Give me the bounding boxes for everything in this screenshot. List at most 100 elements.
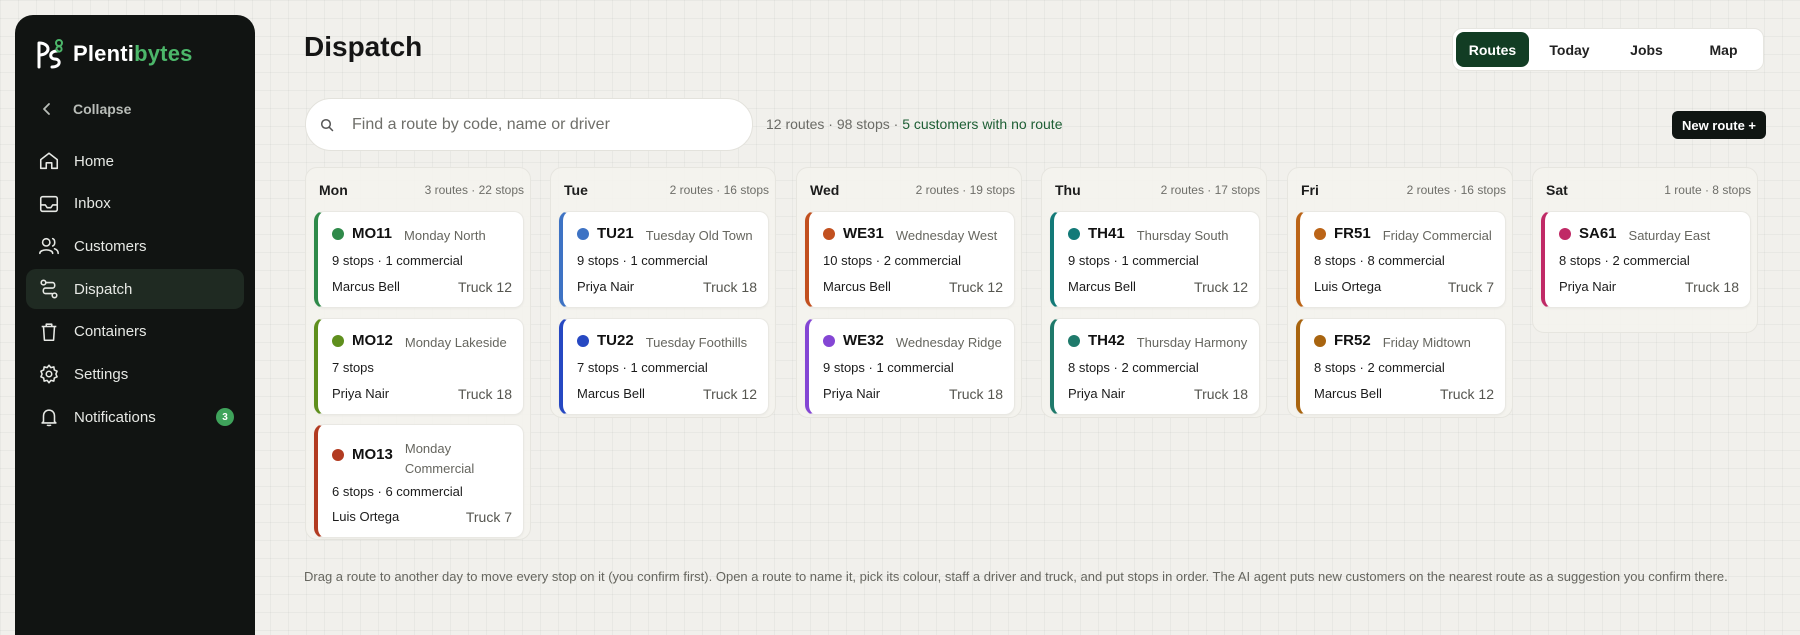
route-truck: Truck 18	[949, 386, 1003, 402]
sidebar: Plentibytes Collapse Home Inbox Customer…	[15, 15, 255, 635]
day-name: Wed	[810, 182, 840, 198]
day-name: Tue	[564, 182, 588, 198]
route-code: MO13	[352, 446, 393, 463]
users-icon	[39, 238, 59, 255]
route-card-th42[interactable]: TH42 Thursday Harmony 8 stops · 2 commerc…	[1050, 318, 1260, 415]
route-stops: 9 stops · 1 commercial	[823, 360, 954, 375]
sidebar-item-containers[interactable]: Containers	[26, 312, 244, 352]
day-header: Wed 2 routes · 19 stops	[797, 168, 1021, 210]
route-color-dot	[823, 335, 835, 347]
sidebar-item-inbox[interactable]: Inbox	[26, 184, 244, 224]
route-code: TH42	[1088, 332, 1125, 349]
brand-logo[interactable]: Plentibytes	[35, 37, 193, 71]
route-name: Monday North	[404, 228, 486, 243]
route-card-mo11[interactable]: MO11 Monday North 9 stops · 1 commercial …	[314, 211, 524, 308]
day-column-mon: Mon 3 routes · 22 stops MO11 Monday North…	[305, 167, 531, 540]
route-truck: Truck 7	[1447, 279, 1494, 295]
route-driver: Luis Ortega	[332, 509, 400, 524]
route-driver: Priya Nair	[1068, 386, 1126, 401]
route-code: FR51	[1334, 225, 1371, 242]
new-route-button[interactable]: New route +	[1672, 111, 1766, 139]
search-icon	[320, 118, 334, 131]
day-header: Thu 2 routes · 17 stops	[1042, 168, 1266, 210]
route-color-dot	[332, 228, 344, 240]
route-driver: Priya Nair	[823, 386, 881, 401]
route-driver: Marcus Bell	[1068, 279, 1136, 294]
route-driver: Marcus Bell	[577, 386, 645, 401]
route-driver: Luis Ortega	[1314, 279, 1382, 294]
route-truck: Truck 18	[1685, 279, 1739, 295]
route-card-we31[interactable]: WE31 Wednesday West 10 stops · 2 commerci…	[805, 211, 1015, 308]
day-header: Fri 2 routes · 16 stops	[1288, 168, 1512, 210]
route-stops: 9 stops · 1 commercial	[1068, 253, 1199, 268]
route-card-fr52[interactable]: FR52 Friday Midtown 8 stops · 2 commercia…	[1296, 318, 1506, 415]
route-card-tu22[interactable]: TU22 Tuesday Foothills 7 stops · 1 commer…	[559, 318, 769, 415]
day-header: Tue 2 routes · 16 stops	[551, 168, 775, 210]
route-driver: Priya Nair	[577, 279, 635, 294]
route-card-mo12[interactable]: MO12 Monday Lakeside 7 stops Priya Nair T…	[314, 318, 524, 415]
route-card-mo13[interactable]: MO13 Monday Commercial 6 stops · 6 commer…	[314, 424, 524, 538]
route-code: MO12	[352, 332, 393, 349]
day-column-thu: Thu 2 routes · 17 stops TH41 Thursday Sou…	[1041, 167, 1267, 418]
day-meta: 2 routes · 19 stops	[915, 183, 1015, 197]
route-color-dot	[1068, 335, 1080, 347]
route-color-dot	[1559, 228, 1571, 240]
day-meta: 1 route · 8 stops	[1664, 183, 1751, 197]
route-stops: 8 stops · 2 commercial	[1068, 360, 1199, 375]
sidebar-item-dispatch[interactable]: Dispatch	[26, 269, 244, 310]
brand-name: Plentibytes	[73, 41, 193, 66]
sidebar-nav: Home Inbox Customers Dispatch Containers…	[26, 141, 244, 440]
notification-count-badge: 3	[216, 408, 234, 427]
plentibytes-logo-icon	[37, 39, 63, 69]
day-meta: 2 routes · 17 stops	[1160, 183, 1260, 197]
route-driver: Marcus Bell	[823, 279, 891, 294]
route-truck: Truck 18	[703, 279, 757, 295]
tab-map[interactable]: Map	[1687, 32, 1760, 67]
day-column-sat: Sat 1 route · 8 stops SA61 Saturday East …	[1532, 167, 1758, 333]
unrouted-customers-link[interactable]: 5 customers with no route	[902, 116, 1062, 132]
route-truck: Truck 12	[1194, 279, 1248, 295]
route-code: FR52	[1334, 332, 1371, 349]
route-card-tu21[interactable]: TU21 Tuesday Old Town 9 stops · 1 commerc…	[559, 211, 769, 308]
route-name: Thursday Harmony	[1136, 335, 1248, 350]
route-card-we32[interactable]: WE32 Wednesday Ridge 9 stops · 1 commerci…	[805, 318, 1015, 415]
route-truck: Truck 12	[1440, 386, 1494, 402]
day-name: Thu	[1055, 182, 1081, 198]
sidebar-item-label: Settings	[74, 365, 129, 383]
sidebar-item-label: Inbox	[74, 195, 111, 213]
route-code: MO11	[352, 225, 393, 242]
route-code: WE31	[843, 225, 884, 242]
search-box	[305, 98, 753, 151]
route-color-dot	[823, 228, 835, 240]
route-name: Monday Commercial	[404, 441, 475, 476]
route-color-dot	[332, 449, 344, 461]
route-card-th41[interactable]: TH41 Thursday South 9 stops · 1 commercia…	[1050, 211, 1260, 308]
day-header: Mon 3 routes · 22 stops	[306, 168, 530, 210]
search-input[interactable]	[352, 115, 712, 134]
sidebar-item-settings[interactable]: Settings	[26, 354, 244, 394]
sidebar-item-customers[interactable]: Customers	[26, 226, 244, 266]
day-meta: 3 routes · 22 stops	[424, 183, 524, 197]
route-name: Tuesday Foothills	[645, 335, 748, 350]
tab-jobs[interactable]: Jobs	[1610, 32, 1683, 67]
sidebar-item-notifications[interactable]: Notifications 3	[26, 397, 244, 437]
route-card-fr51[interactable]: FR51 Friday Commercial 8 stops · 8 commer…	[1296, 211, 1506, 308]
chevron-left-icon	[43, 103, 50, 115]
day-column-fri: Fri 2 routes · 16 stops FR51 Friday Comme…	[1287, 167, 1513, 418]
route-card-sa61[interactable]: SA61 Saturday East 8 stops · 2 commercial…	[1541, 211, 1751, 308]
route-name: Wednesday West	[895, 228, 998, 243]
tab-routes[interactable]: Routes	[1456, 32, 1529, 67]
day-name: Fri	[1301, 182, 1319, 198]
route-driver: Priya Nair	[1559, 279, 1617, 294]
route-name: Friday Midtown	[1382, 335, 1471, 350]
route-truck: Truck 18	[458, 386, 512, 402]
route-color-dot	[1068, 228, 1080, 240]
tab-today[interactable]: Today	[1533, 32, 1606, 67]
route-truck: Truck 12	[458, 279, 512, 295]
summary-counts: 12 routes · 98 stops ·	[766, 116, 903, 132]
route-color-dot	[1314, 335, 1326, 347]
sidebar-item-home[interactable]: Home	[26, 141, 244, 181]
collapse-button[interactable]: Collapse	[39, 101, 131, 117]
gear-icon	[40, 364, 58, 384]
day-column-wed: Wed 2 routes · 19 stops WE31 Wednesday We…	[796, 167, 1022, 418]
